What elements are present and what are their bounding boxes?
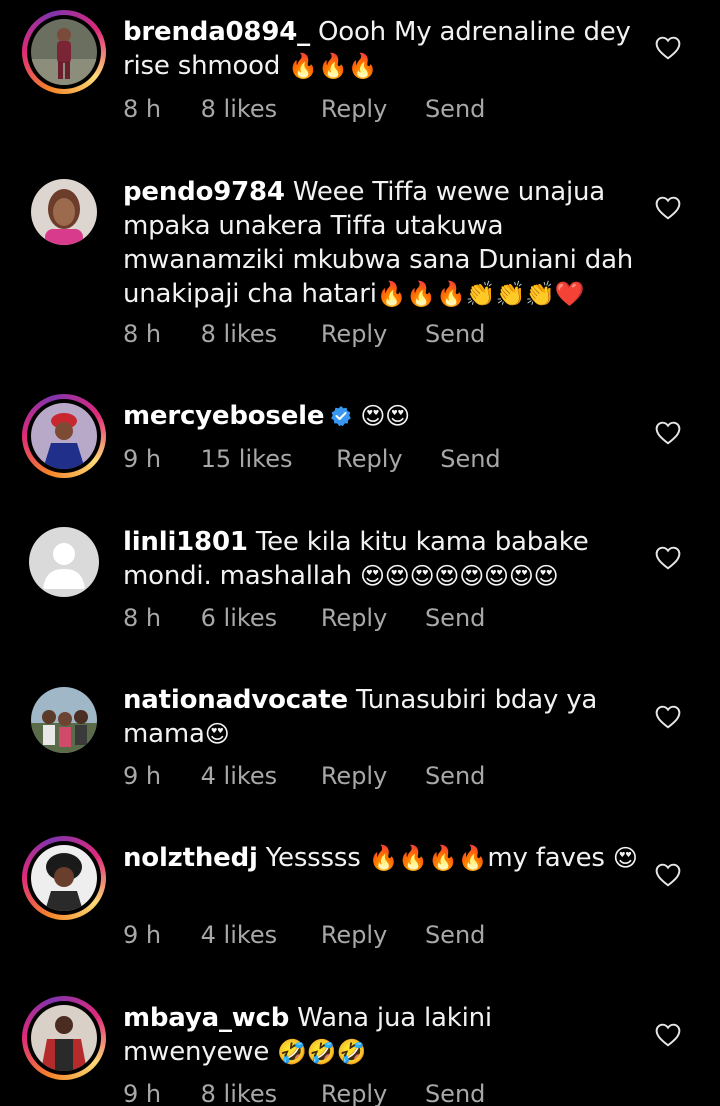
comment-likes[interactable]: 8 likes [201,1080,278,1106]
comment-text: linli1801 Tee kila kitu kama babake mond… [123,525,643,593]
send-button[interactable]: Send [425,921,485,949]
reply-button[interactable]: Reply [321,762,387,790]
comment-time: 8 h [123,320,162,348]
comment-body-continued: my faves [487,843,605,873]
comment-emoji: 😍😍 [360,402,410,430]
comment-username[interactable]: mercyebosele [123,401,324,431]
comment-emoji: 🔥🔥🔥👏👏👏❤️ [376,280,585,308]
comment-likes[interactable]: 4 likes [201,921,278,949]
comment-meta: 9 h 4 likes Reply Send [123,921,485,949]
reply-button[interactable]: Reply [321,95,387,123]
reply-button[interactable]: Reply [321,921,387,949]
avatar-image [31,19,97,85]
comment-text: nationadvocate Tunasubiri bday ya mama😍 [123,683,643,751]
comment-meta: 9 h 4 likes Reply Send [123,762,485,790]
comment-emoji: 😍 [204,720,230,748]
avatar[interactable] [22,996,106,1080]
comments-list: brenda0894_ Oooh My adrenaline dey rise … [0,0,720,1106]
heart-outline-icon[interactable] [655,546,681,570]
avatar[interactable] [22,520,106,604]
avatar-image [31,179,97,245]
comment-username[interactable]: linli1801 [123,527,248,557]
default-avatar-icon [31,529,97,595]
avatar-image [31,845,97,911]
comment-time: 9 h [123,445,162,473]
avatar-image [31,687,97,753]
comment-emoji: 🤣🤣🤣 [277,1038,367,1066]
avatar[interactable] [22,394,106,478]
reply-button[interactable]: Reply [321,1080,387,1106]
comment-text: pendo9784 Weee Tiffa wewe unajua mpaka u… [123,175,643,311]
comment-text: mercyebosele 😍😍 [123,399,643,433]
comment-meta: 9 h 8 likes Reply Send [123,1080,485,1106]
comment-text: mbaya_wcb Wana jua lakini mwenyewe 🤣🤣🤣 [123,1001,643,1069]
comment-username[interactable]: nationadvocate [123,685,348,715]
heart-outline-icon[interactable] [655,421,681,445]
reply-button[interactable]: Reply [336,445,402,473]
avatar[interactable] [22,170,106,254]
avatar[interactable] [22,836,106,920]
comment-emoji: 🔥🔥🔥🔥 [368,844,488,872]
heart-outline-icon[interactable] [655,863,681,887]
comment-meta: 9 h 15 likes Reply Send [123,445,501,473]
comment-username[interactable]: brenda0894_ [123,17,310,47]
avatar-image [31,1005,97,1071]
comment-username[interactable]: mbaya_wcb [123,1003,289,1033]
comment-emoji: 😍😍😍😍😍😍😍😍 [359,562,559,590]
comment-emoji: 🔥🔥🔥 [288,52,378,80]
avatar-image [31,403,97,469]
comment-likes[interactable]: 6 likes [201,604,278,632]
comment-text: brenda0894_ Oooh My adrenaline dey rise … [123,15,643,83]
comment-time: 9 h [123,1080,162,1106]
comment-likes[interactable]: 4 likes [201,762,278,790]
comment-time: 9 h [123,762,162,790]
comment-meta: 8 h 8 likes Reply Send [123,95,485,123]
send-button[interactable]: Send [425,95,485,123]
comment-text: nolzthedj Yesssss 🔥🔥🔥🔥my faves 😍 [123,841,643,875]
heart-outline-icon[interactable] [655,196,681,220]
heart-outline-icon[interactable] [655,1023,681,1047]
comment-time: 9 h [123,921,162,949]
comment-emoji-trailing: 😍 [612,844,638,872]
comment-username[interactable]: pendo9784 [123,177,285,207]
send-button[interactable]: Send [425,1080,485,1106]
comment-likes[interactable]: 8 likes [201,320,278,348]
comment-time: 8 h [123,604,162,632]
comment-likes[interactable]: 15 likes [201,445,293,473]
send-button[interactable]: Send [425,320,485,348]
verified-badge-icon [331,406,352,427]
heart-outline-icon[interactable] [655,36,681,60]
comment-time: 8 h [123,95,162,123]
comment-username[interactable]: nolzthedj [123,843,258,873]
reply-button[interactable]: Reply [321,320,387,348]
avatar[interactable] [22,10,106,94]
comment-meta: 8 h 6 likes Reply Send [123,604,485,632]
heart-outline-icon[interactable] [655,705,681,729]
avatar[interactable] [22,678,106,762]
reply-button[interactable]: Reply [321,604,387,632]
send-button[interactable]: Send [425,762,485,790]
comment-meta: 8 h 8 likes Reply Send [123,320,485,348]
comment-likes[interactable]: 8 likes [201,95,278,123]
comment-body: Yesssss [265,843,361,873]
send-button[interactable]: Send [425,604,485,632]
send-button[interactable]: Send [440,445,500,473]
